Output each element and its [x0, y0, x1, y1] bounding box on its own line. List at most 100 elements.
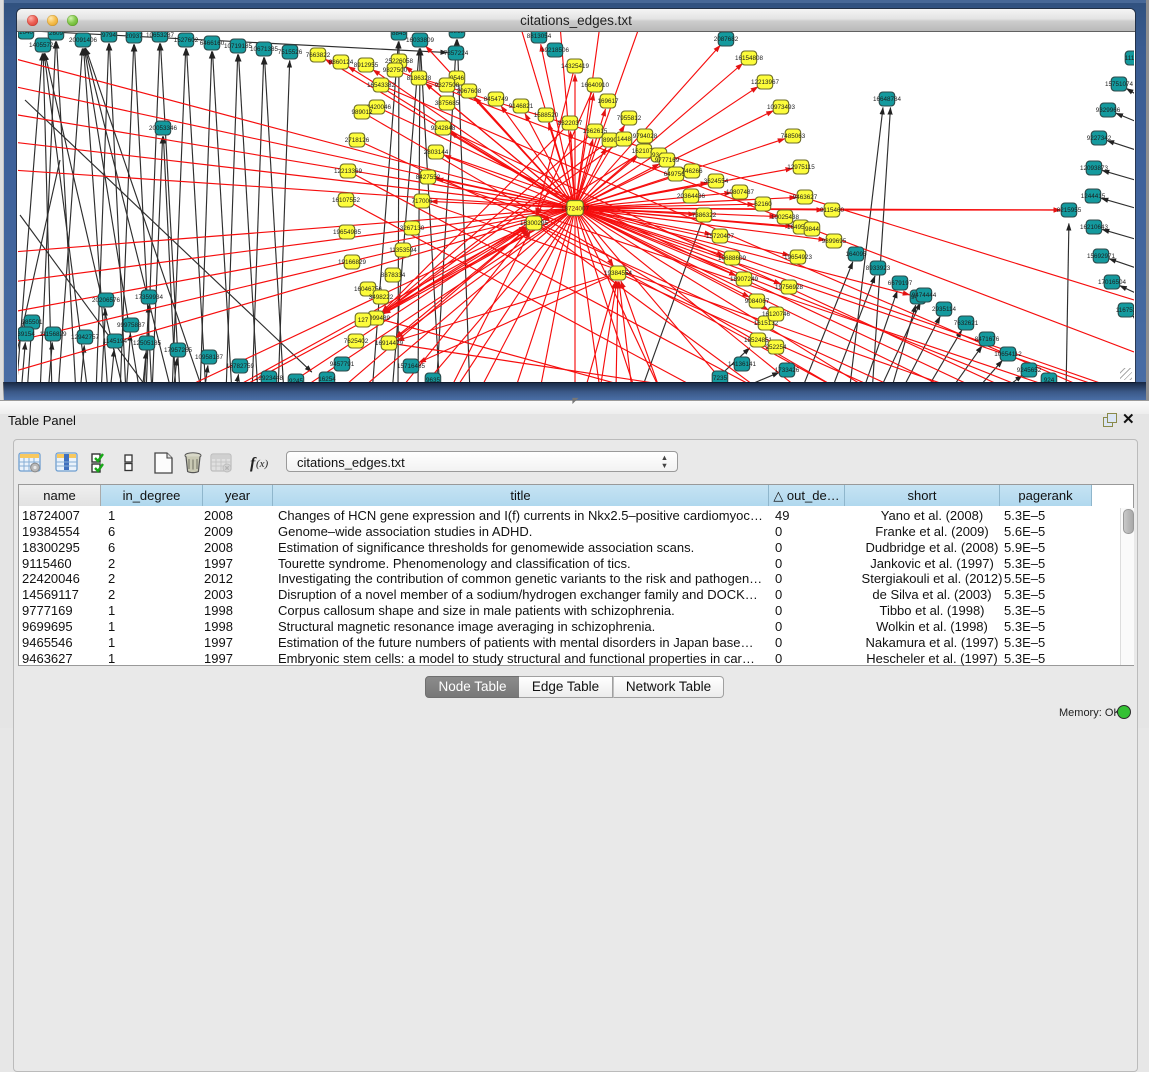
- svg-text:20091406: 20091406: [69, 37, 98, 44]
- svg-text:3624554: 3624554: [704, 178, 729, 185]
- svg-text:2087682: 2087682: [714, 36, 739, 43]
- svg-text:1588520: 1588520: [534, 112, 559, 119]
- svg-text:985501: 985501: [21, 319, 43, 326]
- svg-text:10688609: 10688609: [718, 255, 747, 262]
- svg-text:16782759: 16782759: [226, 363, 255, 370]
- svg-text:9827500: 9827500: [383, 67, 408, 74]
- svg-text:10973493: 10973493: [767, 104, 796, 111]
- svg-text:16154808: 16154808: [735, 55, 764, 62]
- svg-text:9794: 9794: [102, 32, 117, 39]
- svg-text:7235: 7235: [713, 375, 728, 382]
- svg-text:8860124: 8860124: [329, 59, 354, 66]
- svg-text:19384554: 19384554: [604, 270, 633, 277]
- svg-text:16914479: 16914479: [375, 340, 404, 347]
- svg-text:19218506: 19218506: [541, 47, 570, 54]
- svg-text:10654112: 10654112: [994, 351, 1022, 358]
- svg-text:20206576: 20206576: [92, 297, 121, 304]
- svg-text:116753: 116753: [1116, 307, 1134, 314]
- svg-text:12093873: 12093873: [1080, 165, 1109, 172]
- svg-text:7515526: 7515526: [278, 49, 303, 56]
- svg-text:20053346: 20053346: [149, 125, 178, 132]
- svg-text:10958187: 10958187: [195, 354, 224, 361]
- svg-text:164095: 164095: [845, 251, 867, 258]
- svg-text:7625402: 7625402: [344, 338, 369, 345]
- svg-text:12923448: 12923448: [255, 375, 284, 382]
- svg-text:8878334: 8878334: [381, 272, 406, 279]
- svg-text:8933923: 8933923: [866, 265, 891, 272]
- svg-text:3875685: 3875685: [435, 100, 460, 107]
- svg-text:10653287: 10653287: [146, 32, 175, 39]
- svg-text:746266: 746266: [681, 168, 703, 175]
- svg-text:17957265: 17957265: [164, 347, 193, 354]
- svg-text:12505185: 12505185: [133, 340, 162, 347]
- svg-text:1145194: 1145194: [103, 338, 128, 345]
- svg-text:1527602: 1527602: [174, 37, 199, 44]
- svg-text:62160: 62160: [754, 201, 772, 208]
- svg-text:1244415: 1244415: [1081, 193, 1106, 200]
- svg-text:7632621: 7632621: [954, 320, 979, 327]
- svg-text:7955812: 7955812: [617, 115, 642, 122]
- svg-text:2967608: 2967608: [457, 88, 482, 95]
- svg-text:18724007: 18724007: [561, 205, 590, 212]
- svg-text:12213967: 12213967: [751, 79, 780, 86]
- svg-text:14136141: 14136141: [728, 361, 757, 368]
- svg-text:252254: 252254: [765, 344, 787, 351]
- svg-text:8186328: 8186328: [407, 75, 432, 82]
- svg-text:9146821: 9146821: [509, 103, 534, 110]
- svg-text:10671385: 10671385: [250, 46, 279, 53]
- svg-text:39154: 39154: [18, 331, 35, 338]
- svg-text:17016504: 17016504: [1098, 279, 1127, 286]
- svg-text:15692971: 15692971: [1087, 253, 1116, 260]
- svg-text:15720407: 15720407: [706, 233, 735, 240]
- svg-text:3267130: 3267130: [400, 225, 425, 232]
- svg-text:12213369: 12213369: [334, 168, 363, 175]
- svg-text:1448: 1448: [617, 136, 632, 143]
- svg-text:8427552: 8427552: [416, 174, 441, 181]
- svg-text:11156829: 11156829: [39, 331, 67, 338]
- svg-text:1733426: 1733426: [775, 367, 800, 374]
- svg-text:7663822: 7663822: [306, 52, 331, 59]
- svg-text:9245652: 9245652: [1017, 367, 1042, 374]
- svg-text:3498222: 3498222: [369, 294, 394, 301]
- svg-text:9794028: 9794028: [633, 133, 658, 140]
- svg-text:169617: 169617: [597, 98, 619, 105]
- svg-text:717006: 717006: [411, 198, 433, 205]
- svg-text:19166829: 19166829: [338, 259, 367, 266]
- svg-text:17359934: 17359934: [135, 294, 164, 301]
- svg-text:8813054: 8813054: [527, 33, 552, 40]
- svg-text:2718126: 2718126: [345, 137, 370, 144]
- svg-text:15716485: 15716485: [397, 363, 426, 370]
- svg-text:19654985: 19654985: [333, 229, 362, 236]
- svg-text:9457791: 9457791: [330, 361, 355, 368]
- svg-text:6679197: 6679197: [888, 280, 913, 287]
- svg-text:16648784: 16648784: [873, 96, 902, 103]
- svg-text:7857224: 7857224: [444, 50, 469, 57]
- svg-text:16210643: 16210643: [1080, 224, 1109, 231]
- svg-text:19756928: 19756928: [775, 284, 804, 291]
- svg-text:11353594: 11353594: [389, 247, 417, 254]
- svg-text:127: 127: [358, 317, 369, 324]
- svg-text:14055721: 14055721: [29, 42, 58, 49]
- svg-text:2935114: 2935114: [932, 306, 957, 313]
- svg-text:18907249: 18907249: [730, 276, 759, 283]
- svg-text:8990: 8990: [603, 137, 618, 144]
- svg-text:8912955: 8912955: [354, 62, 379, 69]
- svg-text:9084067: 9084067: [745, 298, 770, 305]
- svg-text:7386322: 7386322: [692, 212, 717, 219]
- svg-text:989012: 989012: [351, 109, 373, 116]
- svg-text:9115460: 9115460: [820, 207, 845, 214]
- svg-text:15751074: 15751074: [1105, 81, 1134, 88]
- svg-text:8322037: 8322037: [558, 120, 583, 127]
- svg-text:20364436: 20364436: [677, 193, 706, 200]
- svg-text:16120746: 16120746: [762, 311, 791, 318]
- svg-text:2803144: 2803144: [424, 149, 449, 156]
- svg-text:14325419: 14325419: [561, 63, 590, 70]
- svg-text:7485063: 7485063: [781, 133, 806, 140]
- svg-text:9844: 9844: [805, 226, 820, 233]
- svg-text:20937: 20937: [125, 33, 143, 40]
- svg-text:8471676: 8471676: [975, 336, 1000, 343]
- svg-text:9899695: 9899695: [822, 238, 847, 245]
- svg-text:12942757: 12942757: [71, 334, 100, 341]
- svg-text:9474444: 9474444: [912, 292, 937, 299]
- svg-text:16107552: 16107552: [332, 197, 361, 204]
